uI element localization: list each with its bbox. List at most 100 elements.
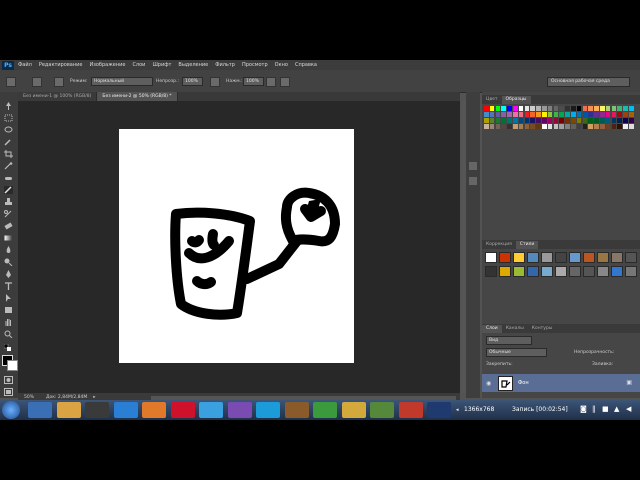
color-swatch[interactable] (489, 112, 495, 117)
color-swatch[interactable] (547, 106, 553, 111)
style-preset[interactable] (597, 252, 609, 263)
color-swatch[interactable] (513, 118, 518, 123)
taskbar-app-icon[interactable] (199, 402, 223, 418)
default-colors-icon[interactable] (3, 343, 13, 352)
color-swatch[interactable] (542, 112, 547, 117)
color-swatch[interactable] (623, 118, 628, 123)
color-swatch[interactable] (524, 124, 530, 129)
color-swatch[interactable] (495, 118, 501, 123)
color-swatch[interactable] (588, 118, 593, 123)
color-swatch[interactable] (571, 124, 576, 129)
color-swatch[interactable] (600, 112, 605, 117)
color-swatch[interactable] (611, 118, 617, 123)
color-swatch[interactable] (565, 106, 570, 111)
menu-layers[interactable]: Слои (132, 62, 145, 68)
color-swatch[interactable] (565, 124, 570, 129)
shape-tool-icon[interactable] (4, 306, 13, 314)
style-preset[interactable] (569, 252, 581, 263)
taskbar-app-icon[interactable] (256, 402, 280, 418)
style-preset[interactable] (485, 252, 497, 263)
properties-panel-icon[interactable] (469, 177, 477, 185)
color-swatch[interactable] (553, 118, 559, 123)
layer-name[interactable]: Фон (518, 380, 529, 386)
color-swatch[interactable] (518, 124, 524, 129)
document-tab-active[interactable]: Без имени-2 @ 50% (RGB/8) * (97, 92, 178, 101)
type-tool-icon[interactable] (4, 282, 13, 290)
crop-tool-icon[interactable] (4, 150, 13, 158)
volume-icon[interactable]: ◀ (626, 405, 631, 413)
style-preset[interactable] (527, 266, 539, 277)
history-brush-tool-icon[interactable] (4, 210, 13, 218)
color-swatch[interactable] (559, 118, 564, 123)
color-swatch[interactable] (623, 124, 628, 129)
gradient-tool-icon[interactable] (4, 234, 13, 242)
color-swatch[interactable] (489, 106, 495, 111)
color-swatch[interactable] (629, 112, 634, 117)
color-swatch[interactable] (489, 118, 495, 123)
style-preset[interactable] (499, 266, 511, 277)
menu-image[interactable]: Изображение (89, 62, 125, 68)
style-preset[interactable] (541, 266, 553, 277)
style-preset[interactable] (541, 252, 553, 263)
eyedropper-tool-icon[interactable] (4, 162, 13, 170)
color-swatch[interactable] (501, 112, 506, 117)
quick-select-tool-icon[interactable] (4, 138, 13, 146)
color-swatch[interactable] (484, 112, 489, 117)
color-swatch[interactable] (623, 112, 628, 117)
document-canvas[interactable] (119, 129, 354, 363)
color-swatch[interactable] (489, 124, 495, 129)
tab-swatches[interactable]: Образцы (501, 96, 531, 104)
eye-icon[interactable]: ◉ (486, 380, 491, 387)
color-swatch[interactable] (600, 124, 605, 129)
menu-help[interactable]: Справка (295, 62, 317, 68)
taskbar-app-icon[interactable] (56, 402, 81, 418)
zoom-level[interactable]: 50% (24, 395, 42, 400)
style-preset[interactable] (625, 266, 637, 277)
color-swatch[interactable] (559, 106, 564, 111)
color-swatch[interactable] (536, 106, 541, 111)
color-swatch[interactable] (571, 112, 576, 117)
taskbar-app-icon[interactable] (28, 402, 52, 418)
color-swatch[interactable] (547, 124, 553, 129)
taskbar-app-icon[interactable] (170, 402, 195, 418)
color-swatch[interactable] (518, 118, 524, 123)
camera-icon[interactable]: ◙ (580, 405, 587, 413)
color-swatch[interactable] (576, 124, 582, 129)
color-swatch[interactable] (495, 124, 501, 129)
style-preset[interactable] (527, 252, 539, 263)
tab-layers[interactable]: Слои (482, 325, 502, 333)
color-swatch[interactable] (542, 124, 547, 129)
menu-type[interactable]: Шрифт (152, 62, 171, 68)
style-preset[interactable] (611, 266, 623, 277)
color-swatch[interactable] (507, 106, 512, 111)
taskbar-app-icon[interactable] (313, 402, 337, 418)
zoom-tool-icon[interactable] (4, 330, 13, 339)
color-swatch[interactable] (629, 124, 634, 129)
path-selection-tool-icon[interactable] (4, 294, 13, 302)
color-swatch[interactable] (553, 124, 559, 129)
swatches-grid[interactable] (484, 106, 639, 136)
dodge-tool-icon[interactable] (4, 258, 13, 267)
lasso-tool-icon[interactable] (4, 126, 13, 134)
color-swatch[interactable] (495, 106, 501, 111)
color-swatch[interactable] (605, 118, 611, 123)
color-swatch[interactable] (507, 112, 512, 117)
color-swatch[interactable] (565, 112, 570, 117)
pressure-size-icon[interactable] (280, 77, 290, 87)
color-swatch[interactable] (553, 106, 559, 111)
style-preset[interactable] (485, 266, 497, 277)
screen-mode-icon[interactable] (4, 388, 13, 396)
healing-brush-tool-icon[interactable] (4, 174, 13, 182)
brush-panel-icon[interactable] (54, 77, 64, 87)
menu-select[interactable]: Выделение (178, 62, 208, 68)
color-swatch[interactable] (524, 118, 530, 123)
marquee-tool-icon[interactable] (4, 114, 13, 122)
airbrush-icon[interactable] (266, 77, 276, 87)
style-preset[interactable] (499, 252, 511, 263)
color-swatch[interactable] (518, 112, 524, 117)
menu-file[interactable]: Файл (18, 62, 32, 68)
tab-channels[interactable]: Каналы (502, 325, 528, 333)
color-swatch[interactable] (513, 106, 518, 111)
canvas-area[interactable] (18, 101, 460, 393)
color-swatch[interactable] (530, 118, 535, 123)
